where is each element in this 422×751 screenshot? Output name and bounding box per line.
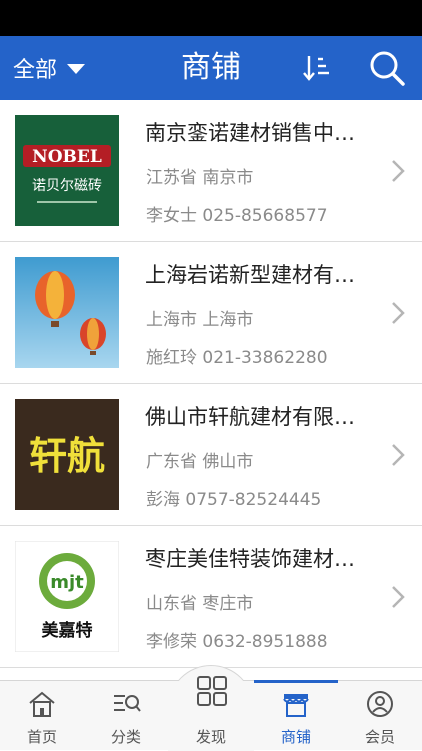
tab-category[interactable]: 分类 — [84, 681, 168, 751]
shop-contact: 李女士 025-85668577 — [146, 206, 328, 226]
shop-logo: 轩航 — [15, 399, 119, 510]
category-icon — [114, 695, 141, 712]
shop-location: 广东省 佛山市 — [146, 452, 254, 472]
shop-name: 南京銮诺建材销售中… — [145, 121, 355, 145]
chevron-right-icon — [392, 302, 405, 324]
shop-list-item[interactable]: 轩航 佛山市轩航建材有限… 广东省 佛山市 彭海 0757-82524445 — [0, 384, 422, 526]
tab-label: 会员 — [364, 728, 395, 746]
svg-text:mjt: mjt — [50, 572, 84, 593]
logo-text: 美嘉特 — [42, 620, 93, 641]
tab-label: 商铺 — [280, 728, 311, 746]
shop-contact: 施红玲 021-33862280 — [146, 348, 328, 368]
top-navigation-bar: 全部 商铺 — [0, 36, 422, 100]
home-icon — [29, 691, 55, 717]
shop-list-item[interactable]: mjt 美嘉特 枣庄美佳特装饰建材… 山东省 枣庄市 李修荣 0632-8951… — [0, 526, 422, 668]
user-icon — [367, 691, 393, 717]
bottom-tab-bar: 首页 分类 发现 商铺 会员 — [0, 665, 422, 751]
shop-icon — [283, 694, 309, 717]
caret-down-icon — [67, 64, 86, 74]
shop-list: NOBEL 诺贝尔磁砖 南京銮诺建材销售中… 江苏省 南京市 李女士 025-8… — [0, 100, 422, 668]
shop-list-item[interactable]: 上海岩诺新型建材有… 上海市 上海市 施红玲 021-33862280 — [0, 242, 422, 384]
discover-icon — [197, 676, 227, 706]
shop-location: 上海市 上海市 — [146, 310, 254, 330]
svg-text:NOBEL: NOBEL — [32, 147, 102, 167]
tab-shop[interactable]: 商铺 — [254, 680, 338, 751]
tab-label: 分类 — [110, 728, 141, 746]
chevron-right-icon — [392, 586, 405, 608]
logo-text: 诺贝尔磁砖 — [32, 178, 102, 194]
sort-icon[interactable] — [301, 52, 333, 84]
shop-name: 佛山市轩航建材有限… — [145, 405, 355, 429]
tab-member[interactable]: 会员 — [338, 681, 422, 751]
tab-discover[interactable]: 发现 — [169, 676, 253, 751]
shop-logo: NOBEL 诺贝尔磁砖 — [15, 115, 119, 226]
shop-name: 枣庄美佳特装饰建材… — [145, 547, 355, 571]
tab-label: 发现 — [195, 728, 226, 746]
tab-home[interactable]: 首页 — [0, 681, 84, 751]
chevron-right-icon — [392, 160, 405, 182]
shop-location: 江苏省 南京市 — [146, 168, 254, 188]
status-bar — [0, 0, 422, 36]
tab-label: 首页 — [26, 728, 57, 746]
region-filter-dropdown[interactable]: 全部 — [13, 36, 86, 100]
shop-location: 山东省 枣庄市 — [146, 594, 254, 614]
search-icon[interactable] — [368, 49, 406, 87]
shop-logo — [15, 257, 119, 368]
shop-list-item[interactable]: NOBEL 诺贝尔磁砖 南京銮诺建材销售中… 江苏省 南京市 李女士 025-8… — [0, 100, 422, 242]
shop-name: 上海岩诺新型建材有… — [145, 263, 355, 287]
shop-contact: 彭海 0757-82524445 — [146, 490, 322, 510]
shop-contact: 李修荣 0632-8951888 — [146, 632, 328, 652]
filter-label: 全部 — [13, 58, 58, 83]
chevron-right-icon — [392, 444, 405, 466]
shop-logo: mjt 美嘉特 — [15, 541, 119, 652]
logo-text: 轩航 — [29, 433, 105, 478]
